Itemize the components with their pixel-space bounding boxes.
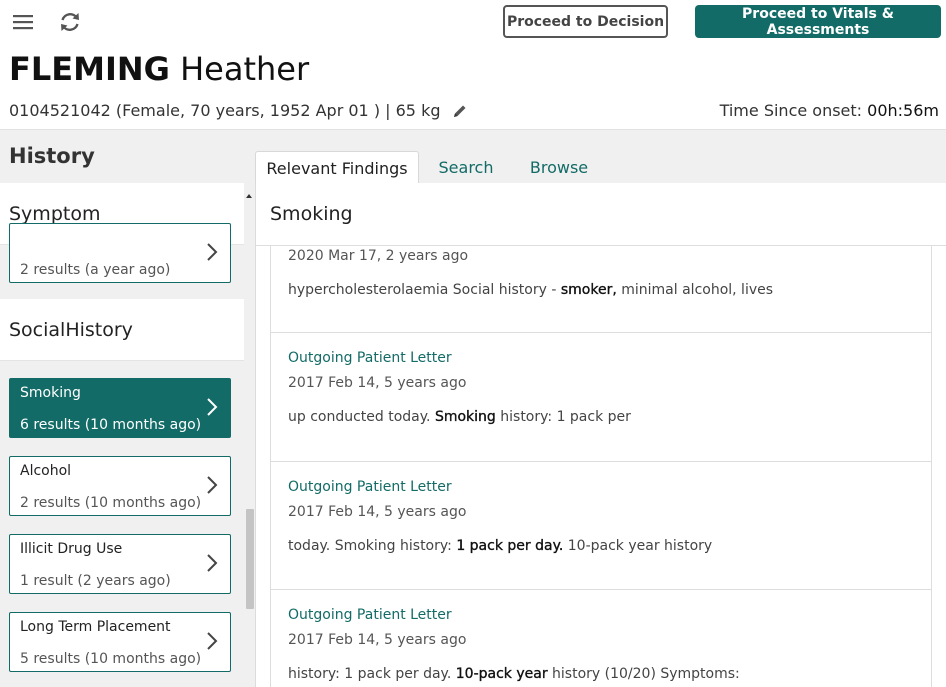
- snippet-text: minimal alcohol, lives: [616, 282, 774, 298]
- history-title: History: [9, 144, 95, 168]
- snippet-text: up conducted today.: [288, 409, 435, 425]
- finding-result[interactable]: Outgoing Patient Letter 2017 Feb 14, 5 y…: [270, 333, 932, 462]
- chevron-right-icon: [206, 397, 218, 421]
- snippet-highlight: Smoking: [434, 409, 496, 425]
- card-label: Alcohol: [20, 463, 72, 479]
- finding-snippet: up conducted today. Smoking history: 1 p…: [288, 409, 631, 425]
- snippet-text: history (10/20) Symptoms:: [547, 666, 740, 682]
- finding-snippet: today. Smoking history: 1 pack per day. …: [288, 538, 712, 554]
- history-category-list: Symptom 2 results (a year ago) SocialHis…: [0, 183, 244, 687]
- finding-date: 2017 Feb 14, 5 years ago: [288, 504, 467, 520]
- scroll-up-arrow-icon[interactable]: [246, 184, 252, 198]
- finding-source-link[interactable]: Outgoing Patient Letter: [288, 350, 452, 366]
- snippet-highlight: 1 pack per day.: [456, 538, 564, 554]
- finding-snippet: hypercholesterolaemia Social history - s…: [288, 282, 773, 298]
- tab-relevant-findings[interactable]: Relevant Findings: [255, 151, 419, 185]
- chevron-right-icon: [206, 475, 218, 499]
- chevron-right-icon: [206, 553, 218, 577]
- left-scrollbar[interactable]: [244, 183, 254, 687]
- findings-title: Smoking: [270, 203, 353, 225]
- chevron-right-icon: [206, 242, 218, 266]
- finding-source-link[interactable]: Outgoing Patient Letter: [288, 479, 452, 495]
- snippet-text: today. Smoking history:: [288, 538, 457, 554]
- snippet-highlight: smoker,: [560, 282, 617, 298]
- history-card-symptom[interactable]: 2 results (a year ago): [9, 223, 231, 283]
- patient-name: FLEMING Heather: [9, 50, 309, 88]
- history-card-long-term-placement[interactable]: Long Term Placement 5 results (10 months…: [9, 612, 231, 672]
- finding-snippet: history: 1 pack per day. 10-pack year hi…: [288, 666, 740, 682]
- card-count: 6 results (10 months ago): [20, 417, 202, 433]
- card-count: 2 results (10 months ago): [20, 495, 202, 511]
- snippet-text: history: 1 pack per: [495, 409, 631, 425]
- section-gap: [0, 283, 244, 299]
- top-toolbar: Proceed to Decision Proceed to Vitals & …: [0, 0, 946, 44]
- pencil-icon[interactable]: [452, 103, 468, 119]
- snippet-text: 10-pack year history: [563, 538, 713, 554]
- finding-result[interactable]: Outgoing Patient Letter 2017 Feb 14, 5 y…: [270, 590, 932, 687]
- card-label: Illicit Drug Use: [20, 541, 123, 557]
- history-card-illicit-drug-use[interactable]: Illicit Drug Use 1 result (2 years ago): [9, 534, 231, 594]
- refresh-icon[interactable]: [56, 8, 84, 36]
- tab-search[interactable]: Search: [424, 151, 508, 184]
- time-since-label: Time Since onset:: [719, 101, 863, 120]
- card-label: Smoking: [20, 385, 81, 401]
- snippet-text: history: 1 pack per day.: [288, 666, 456, 682]
- tab-browse[interactable]: Browse: [514, 151, 604, 184]
- history-card-alcohol[interactable]: Alcohol 2 results (10 months ago): [9, 456, 231, 516]
- chevron-right-icon: [206, 631, 218, 655]
- history-card-smoking[interactable]: Smoking 6 results (10 months ago): [9, 378, 231, 438]
- card-count: 1 result (2 years ago): [20, 573, 171, 589]
- snippet-highlight: 10-pack year: [455, 666, 548, 682]
- finding-date: 2020 Mar 17, 2 years ago: [288, 248, 469, 264]
- finding-date: 2017 Feb 14, 5 years ago: [288, 375, 467, 391]
- patient-details: 0104521042 (Female, 70 years, 1952 Apr 0…: [9, 101, 441, 120]
- finding-source-link[interactable]: Outgoing Patient Letter: [288, 607, 452, 623]
- finding-result[interactable]: 2020 Mar 17, 2 years ago hypercholestero…: [270, 246, 932, 333]
- time-since-onset: Time Since onset: 00h:56m: [720, 101, 939, 120]
- findings-panel: Smoking 2020 Mar 17, 2 years ago hyperch…: [255, 183, 946, 687]
- patient-details-line: 0104521042 (Female, 70 years, 1952 Apr 0…: [9, 101, 468, 120]
- card-label: Long Term Placement: [20, 619, 171, 635]
- card-count: 5 results (10 months ago): [20, 651, 202, 667]
- time-since-value: 00h:56m: [867, 101, 939, 120]
- proceed-to-vitals-button[interactable]: Proceed to Vitals & Assessments: [695, 5, 941, 38]
- findings-results-list: 2020 Mar 17, 2 years ago hypercholestero…: [270, 246, 932, 687]
- section-header-socialhistory: SocialHistory: [0, 299, 244, 361]
- patient-given-name: Heather: [180, 50, 310, 88]
- finding-result[interactable]: Outgoing Patient Letter 2017 Feb 14, 5 y…: [270, 462, 932, 590]
- snippet-text: hypercholesterolaemia Social history -: [288, 282, 561, 298]
- proceed-to-decision-button[interactable]: Proceed to Decision: [503, 5, 668, 38]
- patient-surname: FLEMING: [9, 50, 170, 88]
- card-count: 2 results (a year ago): [20, 262, 171, 278]
- left-scrollbar-thumb[interactable]: [246, 509, 254, 609]
- hamburger-icon[interactable]: [9, 8, 37, 36]
- finding-date: 2017 Feb 14, 5 years ago: [288, 632, 467, 648]
